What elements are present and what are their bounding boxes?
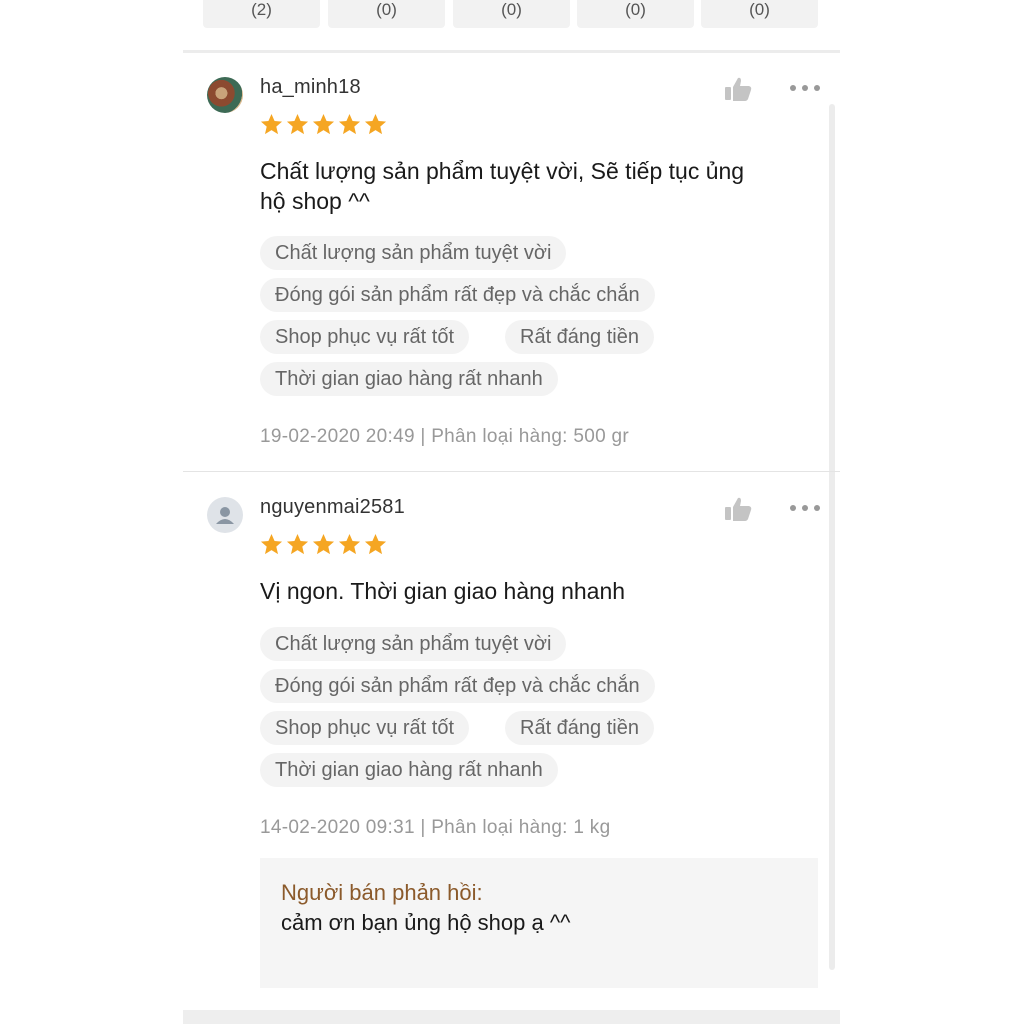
star-icon <box>286 113 309 135</box>
review-username[interactable]: nguyenmai2581 <box>260 496 405 519</box>
review-tag: Shop phục vụ rất tốt <box>260 320 470 354</box>
default-user-icon <box>216 507 234 524</box>
review-tag: Thời gian giao hàng rất nhanh <box>260 753 558 787</box>
section-divider <box>183 50 840 53</box>
review-comment-line: Vị ngon. Thời gian giao hàng nhanh <box>260 578 626 604</box>
avatar[interactable] <box>207 497 243 533</box>
review-comment-line: Chất lượng sản phẩm tuyệt vời, Sẽ tiếp t… <box>260 158 745 184</box>
seller-reply-text: cảm ơn bạn ủng hộ shop ạ ^^ <box>281 910 571 935</box>
review-username[interactable]: ha_minh18 <box>260 76 361 99</box>
review-meta: 19-02-2020 20:49 | Phân loại hàng: 500 g… <box>260 426 630 447</box>
filter-chip[interactable]: (0) <box>328 0 445 28</box>
star-icon <box>286 533 309 555</box>
star-icon <box>364 533 387 555</box>
thumbs-up-icon[interactable] <box>724 496 752 522</box>
star-icon <box>338 533 361 555</box>
review-tag: Chất lượng sản phẩm tuyệt vời <box>260 236 567 270</box>
review-divider <box>183 471 840 472</box>
filter-chip[interactable]: (2) <box>203 0 320 28</box>
review-comment-line: hộ shop ^^ <box>260 188 370 214</box>
star-rating <box>260 113 390 137</box>
review-comment: Vị ngon. Thời gian giao hàng nhanh <box>260 576 815 606</box>
review-tag: Chất lượng sản phẩm tuyệt vời <box>260 627 567 661</box>
review-tag: Đóng gói sản phẩm rất đẹp và chắc chắn <box>260 669 655 703</box>
review-tag: Shop phục vụ rất tốt <box>260 711 470 745</box>
review-meta: 14-02-2020 09:31 | Phân loại hàng: 1 kg <box>260 817 611 838</box>
star-rating <box>260 533 390 557</box>
star-icon <box>260 533 283 555</box>
seller-reply: Người bán phản hồi: cảm ơn bạn ủng hộ sh… <box>260 858 818 988</box>
rating-filter-row: (2) (0) (0) (0) (0) <box>203 0 823 28</box>
star-icon <box>312 533 335 555</box>
more-options-icon[interactable] <box>789 82 821 94</box>
filter-chip[interactable]: (0) <box>453 0 570 28</box>
scrollbar[interactable] <box>829 104 835 970</box>
filter-chip[interactable]: (0) <box>701 0 818 28</box>
star-icon <box>312 113 335 135</box>
bottom-divider <box>183 1010 840 1024</box>
review-comment: Chất lượng sản phẩm tuyệt vời, Sẽ tiếp t… <box>260 156 815 216</box>
filter-chip[interactable]: (0) <box>577 0 694 28</box>
more-options-icon[interactable] <box>789 502 821 514</box>
review-tag: Đóng gói sản phẩm rất đẹp và chắc chắn <box>260 278 655 312</box>
reviews-panel: (2) (0) (0) (0) (0) ha_minh18 Chất lượng… <box>183 0 840 1024</box>
star-icon <box>338 113 361 135</box>
avatar[interactable] <box>207 77 243 113</box>
star-icon <box>364 113 387 135</box>
seller-reply-label: Người bán phản hồi: <box>281 880 483 905</box>
review-tag: Rất đáng tiền <box>505 320 654 354</box>
thumbs-up-icon[interactable] <box>724 76 752 102</box>
review-tag: Rất đáng tiền <box>505 711 654 745</box>
star-icon <box>260 113 283 135</box>
review-tag: Thời gian giao hàng rất nhanh <box>260 362 558 396</box>
